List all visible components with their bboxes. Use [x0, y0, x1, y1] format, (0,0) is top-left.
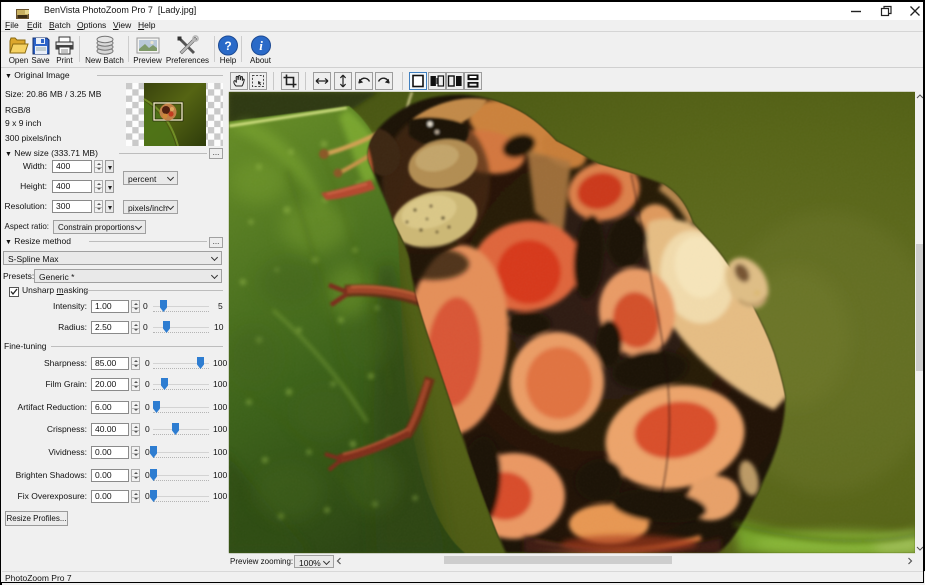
svg-text:i: i — [259, 38, 263, 53]
svg-text:?: ? — [224, 39, 231, 53]
